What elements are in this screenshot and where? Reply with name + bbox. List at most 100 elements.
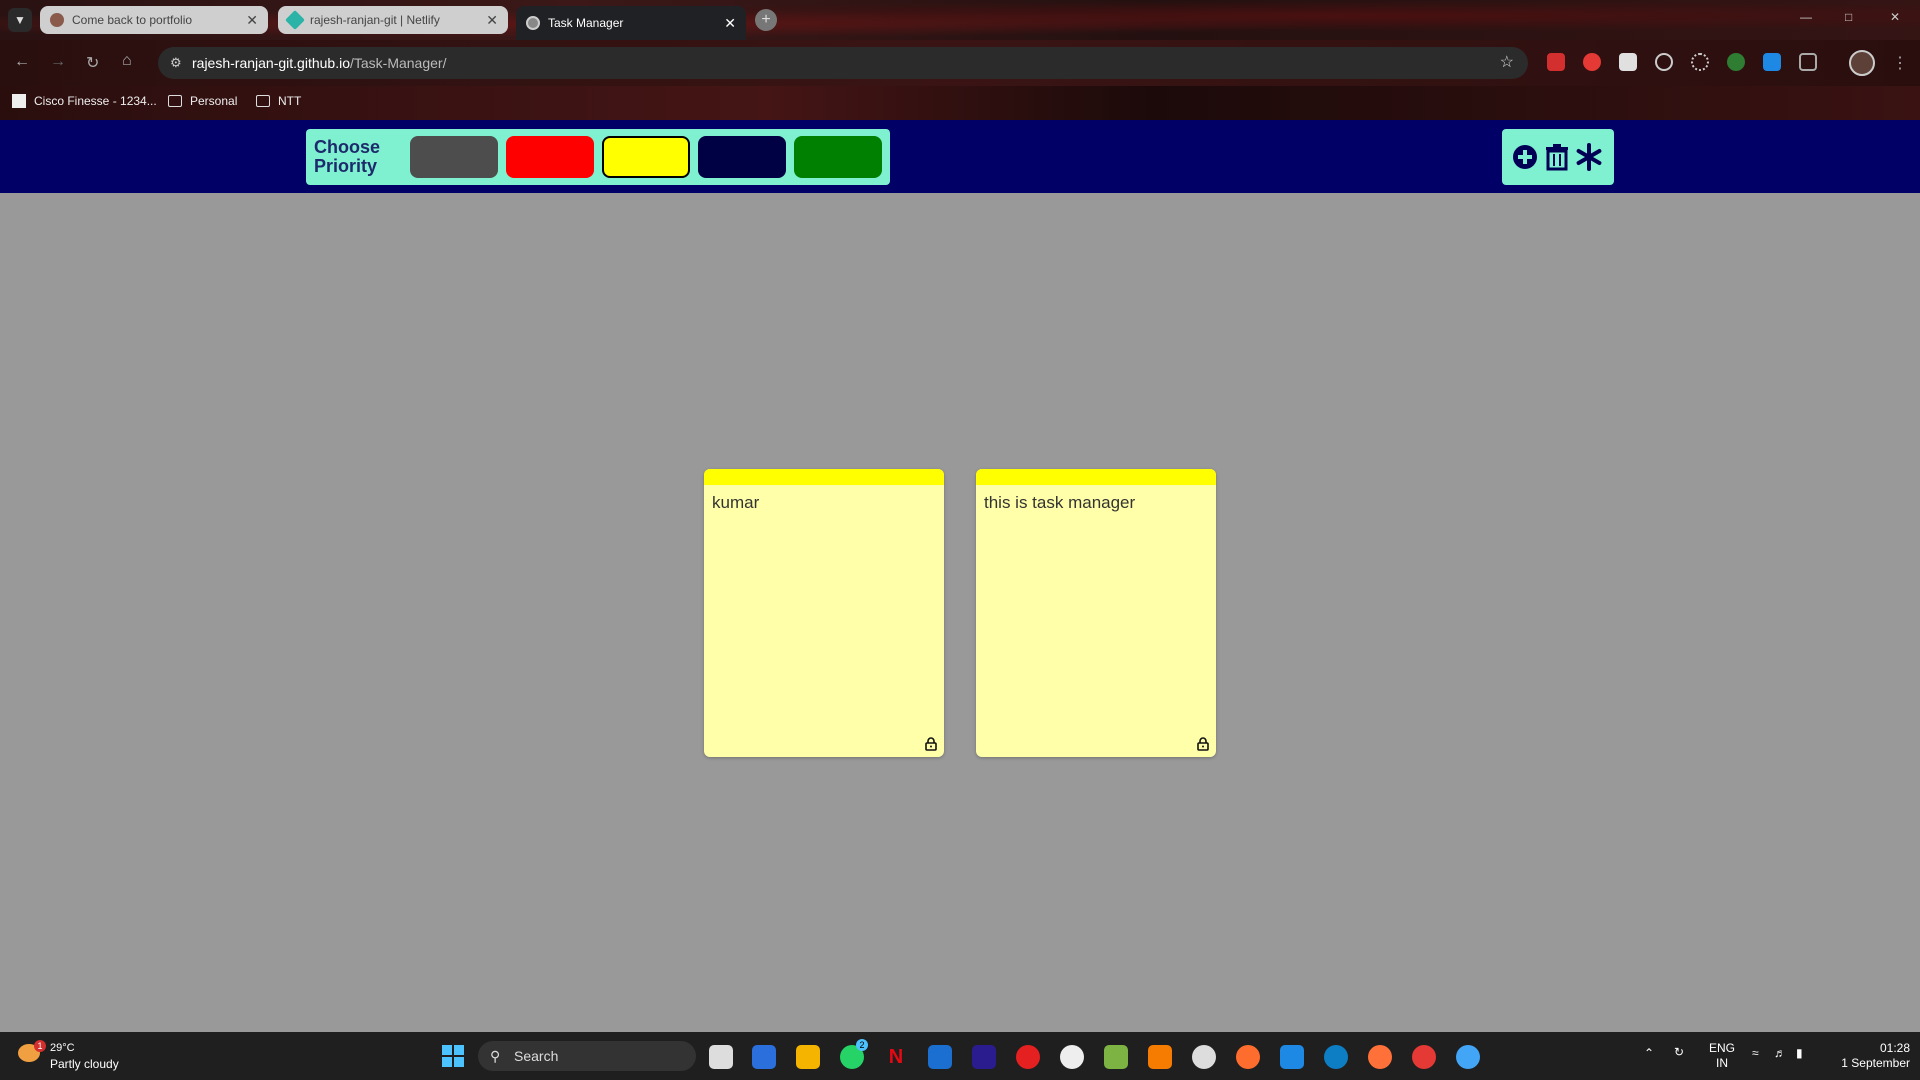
reload-icon[interactable]: ↻ (86, 53, 99, 73)
bookmark-label: NTT (278, 94, 302, 108)
language-line2: IN (1716, 1056, 1728, 1070)
ublock-icon[interactable] (1583, 53, 1601, 71)
close-window-icon[interactable]: ✕ (1890, 10, 1900, 24)
priority-color-green[interactable] (794, 136, 882, 178)
windows-taskbar (0, 1032, 1920, 1080)
bookmark-folder-personal[interactable]: Personal (168, 94, 237, 108)
url-host: rajesh-ranjan-git.github.io (192, 55, 350, 71)
edge-icon[interactable] (1324, 1045, 1348, 1069)
close-icon[interactable]: ✕ (724, 15, 736, 32)
earth-icon[interactable] (1727, 53, 1745, 71)
weather-widget[interactable]: 1 29°C Partly cloudy (18, 1040, 119, 1072)
target-icon[interactable] (1655, 53, 1673, 71)
ticket-text[interactable]: kumar (704, 485, 944, 521)
priority-label-line1: Choose (314, 137, 381, 157)
extension-s-icon[interactable] (1619, 53, 1637, 71)
clock[interactable]: 01:28 1 September (1830, 1041, 1910, 1071)
priority-color-yellow[interactable] (602, 136, 690, 178)
wifi-icon[interactable]: ≈ (1752, 1046, 1759, 1060)
chevron-up-icon[interactable]: ⌃ (1644, 1046, 1654, 1060)
ticket-priority-band (704, 469, 944, 485)
asterisk-icon[interactable] (1574, 140, 1604, 174)
globe-favicon-icon (526, 16, 540, 30)
prime-video-icon[interactable] (928, 1045, 952, 1069)
add-icon[interactable] (1510, 140, 1540, 174)
taskbar-search[interactable]: ⚲ Search (478, 1041, 696, 1071)
back-icon[interactable]: ← (14, 53, 30, 71)
home-icon[interactable]: ⌂ (122, 52, 132, 70)
notepad-icon[interactable] (1104, 1045, 1128, 1069)
weather-desc: Partly cloudy (50, 1057, 119, 1071)
mongodb-icon[interactable] (1192, 1045, 1216, 1069)
netlify-favicon-icon (285, 10, 305, 30)
forward-icon[interactable]: → (50, 53, 66, 71)
bookmark-star-icon[interactable]: ☆ (1500, 47, 1514, 79)
folder-icon (256, 95, 270, 107)
delete-icon[interactable] (1542, 140, 1572, 174)
file-explorer-icon[interactable] (796, 1045, 820, 1069)
postman-icon[interactable] (1236, 1045, 1260, 1069)
firefox-icon[interactable] (1368, 1045, 1392, 1069)
volume-icon[interactable]: ♬ (1774, 1046, 1786, 1060)
url-path: /Task-Manager/ (349, 55, 447, 71)
language-indicator[interactable]: ENG IN (1709, 1041, 1735, 1071)
tab-search-button[interactable]: ▼ (8, 8, 32, 32)
search-placeholder: Search (514, 1048, 559, 1064)
sublime-text-icon[interactable] (1148, 1045, 1172, 1069)
gear-icon[interactable] (1691, 53, 1709, 71)
netflix-icon[interactable]: N (884, 1045, 908, 1069)
maximize-icon[interactable]: □ (1845, 10, 1852, 24)
chrome-profile-icon[interactable] (1456, 1045, 1480, 1069)
task-view-icon[interactable] (709, 1045, 733, 1069)
notes-icon[interactable] (1763, 53, 1781, 71)
bookmark-label: Cisco Finesse - 1234... (34, 94, 157, 108)
bookmark-cisco-finesse[interactable]: Cisco Finesse - 1234... (12, 94, 157, 108)
clock-date: 1 September (1841, 1056, 1910, 1070)
tab-title: Task Manager (548, 16, 624, 30)
store-icon[interactable] (752, 1045, 776, 1069)
battery-icon[interactable]: ▮ (1796, 1046, 1803, 1060)
menu-icon[interactable]: ⋮ (1892, 53, 1908, 73)
tab-title: rajesh-ranjan-git | Netlify (310, 13, 440, 27)
vscode-icon[interactable] (1280, 1045, 1304, 1069)
address-bar[interactable]: ⚙ rajesh-ranjan-git.github.io/Task-Manag… (158, 47, 1528, 79)
priority-color-gray[interactable] (410, 136, 498, 178)
new-tab-button[interactable]: + (755, 9, 777, 31)
abp-icon[interactable] (1547, 53, 1565, 71)
tab-task-manager[interactable]: Task Manager ✕ (516, 6, 746, 40)
app-toolbar (0, 120, 1920, 193)
priority-label: Choose Priority (314, 138, 404, 176)
profile-avatar[interactable] (1849, 50, 1875, 76)
site-info-icon[interactable]: ⚙ (170, 47, 182, 79)
folder-icon (168, 95, 182, 107)
priority-color-red[interactable] (506, 136, 594, 178)
start-windows-icon[interactable] (442, 1045, 464, 1067)
puzzle-icon[interactable] (1799, 53, 1817, 71)
bookmark-folder-ntt[interactable]: NTT (256, 94, 301, 108)
minimize-icon[interactable]: — (1800, 10, 1812, 24)
ticket-text[interactable]: this is task manager (976, 485, 1216, 521)
close-icon[interactable]: ✕ (486, 12, 498, 29)
priority-color-navy[interactable] (698, 136, 786, 178)
github-icon[interactable] (1060, 1045, 1084, 1069)
ticket-card[interactable]: this is task manager (976, 469, 1216, 757)
weather-temp: 29°C (50, 1042, 75, 1054)
tab-netlify[interactable]: rajesh-ranjan-git | Netlify ✕ (278, 6, 508, 34)
lock-icon[interactable] (924, 737, 938, 751)
priority-label-line2: Priority (314, 156, 378, 176)
bookmark-label: Personal (190, 94, 238, 108)
ticket-card[interactable]: kumar (704, 469, 944, 757)
chrome-icon[interactable] (1412, 1045, 1436, 1069)
search-icon: ⚲ (490, 1048, 501, 1064)
tab-portfolio[interactable]: Come back to portfolio ✕ (40, 6, 268, 34)
sync-icon[interactable]: ↻ (1674, 1045, 1684, 1059)
close-icon[interactable]: ✕ (246, 12, 258, 29)
lock-icon[interactable] (1196, 737, 1210, 751)
youtube-music-icon[interactable] (1016, 1045, 1040, 1069)
clock-time: 01:28 (1879, 1041, 1910, 1055)
amazon-music-icon[interactable] (972, 1045, 996, 1069)
whatsapp-icon[interactable]: 2 (840, 1039, 868, 1069)
ticket-priority-band (976, 469, 1216, 485)
language-line1: ENG (1709, 1041, 1736, 1055)
tab-title: Come back to portfolio (72, 13, 193, 27)
